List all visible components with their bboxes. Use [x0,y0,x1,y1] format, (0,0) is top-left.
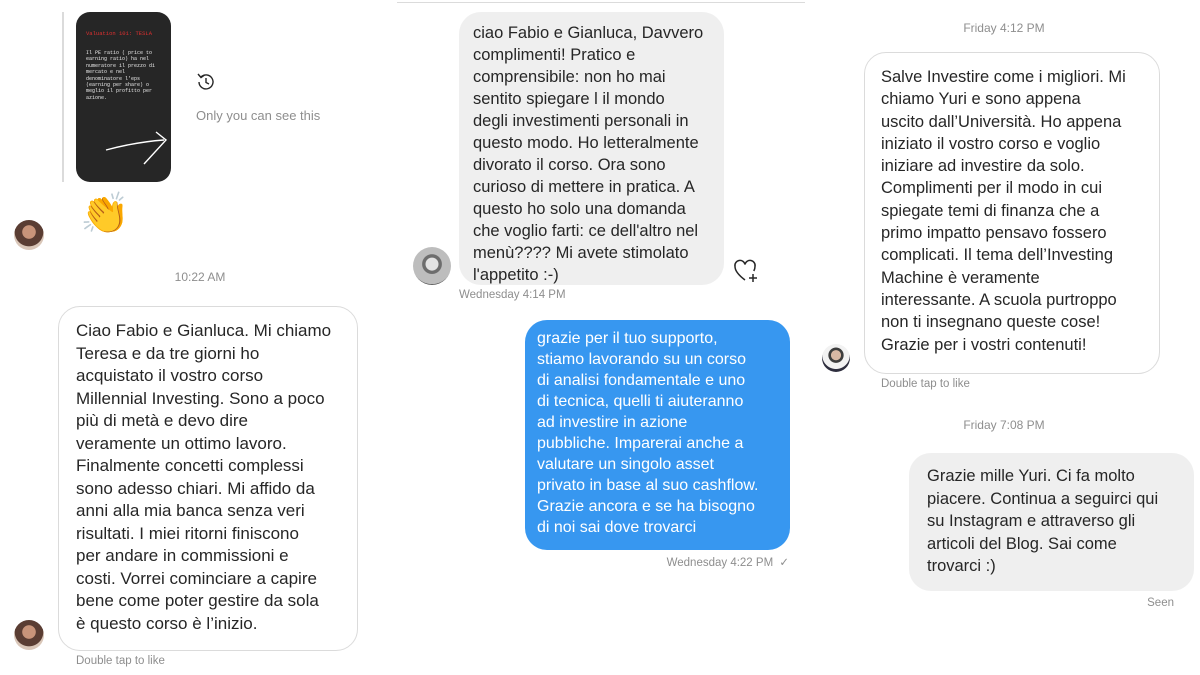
timestamp-incoming: Wednesday 4:14 PM [459,289,566,301]
message-bubble-outgoing[interactable]: grazie per il tuo supporto, stiamo lavor… [525,320,790,550]
history-icon [197,73,214,90]
avatar-teresa-top[interactable] [14,220,44,250]
message-text: grazie per il tuo supporto, stiamo lavor… [537,330,759,536]
reply-indicator-line [62,12,64,182]
message-text: ciao Fabio e Gianluca, Davvero complimen… [473,24,704,284]
heart-add-icon[interactable] [733,258,761,284]
timestamp-text: Wednesday 4:22 PM [666,557,774,569]
message-bubble-incoming[interactable]: ciao Fabio e Gianluca, Davvero complimen… [459,12,724,285]
delivered-check-icon: ✓ [779,557,789,569]
message-bubble-yuri[interactable]: Salve Investire come i migliori. Mi chia… [864,52,1160,374]
conversation-panel-middle: ciao Fabio e Gianluca, Davvero complimen… [397,0,807,675]
avatar-yuri[interactable] [822,344,850,372]
message-text: Salve Investire come i migliori. Mi chia… [881,68,1126,354]
message-text: Ciao Fabio e Gianluca. Mi chiamo Teresa … [76,321,332,633]
avatar-teresa-bottom[interactable] [14,620,44,650]
message-bubble-reply[interactable]: Grazie mille Yuri. Ci fa molto piacere. … [909,453,1194,591]
double-tap-hint: Double tap to like [76,655,165,667]
message-text: Grazie mille Yuri. Ci fa molto piacere. … [927,467,1159,575]
top-divider [397,2,805,3]
conversation-panel-teresa: Valuation 101: TESLA Il PE ratio ( price… [0,0,395,675]
timestamp-outgoing: Wednesday 4:22 PM ✓ [667,555,789,569]
timestamp-top: Friday 4:12 PM [963,21,1045,35]
timestamp-bottom: Friday 7:08 PM [963,418,1045,432]
avatar-user-middle[interactable] [413,247,451,285]
private-note: Only you can see this [196,108,321,123]
message-bubble-teresa[interactable]: Ciao Fabio e Gianluca. Mi chiamo Teresa … [58,306,358,651]
double-tap-hint: Double tap to like [881,378,970,390]
seen-status: Seen [1147,597,1174,609]
conversation-panel-yuri: Friday 4:12 PM Salve Investire come i mi… [812,0,1200,675]
timestamp: 10:22 AM [174,270,226,284]
story-reply-thumbnail[interactable]: Valuation 101: TESLA Il PE ratio ( price… [76,12,171,182]
clap-reaction-emoji[interactable]: 👏 [80,188,130,240]
arrow-drawing [105,131,168,165]
